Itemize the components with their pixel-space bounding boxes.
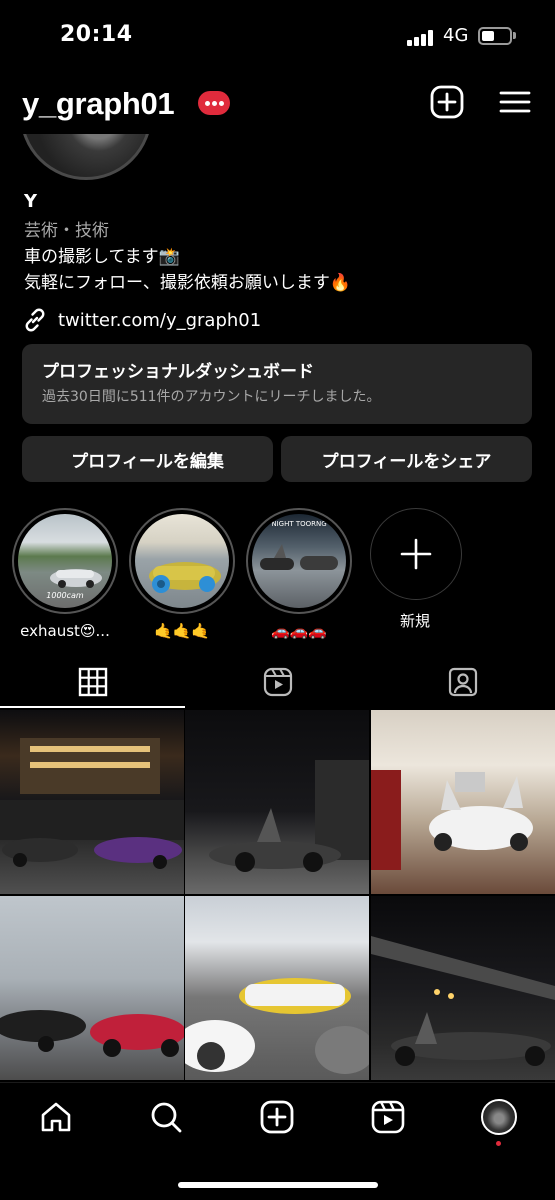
create-icon bbox=[260, 1100, 294, 1134]
nav-reels[interactable] bbox=[358, 1097, 418, 1137]
status-bar: 20:14 4G bbox=[0, 0, 555, 70]
post-thumbnail[interactable] bbox=[0, 896, 184, 1080]
home-indicator bbox=[178, 1182, 378, 1188]
highlight-cover-text: NIGHT TOORNG bbox=[271, 520, 327, 528]
tagged-icon bbox=[448, 667, 477, 697]
display-name: Y bbox=[24, 191, 38, 212]
profile-bio: Y 芸術・技術 車の撮影してます📸 気軽にフォロー、撮影依頼お願いします🔥 bbox=[24, 190, 534, 296]
home-icon bbox=[41, 1102, 71, 1132]
link-url[interactable]: twitter.com/y_graph01 bbox=[58, 310, 261, 331]
active-tab-indicator bbox=[0, 706, 185, 708]
profile-avatar[interactable] bbox=[20, 134, 152, 182]
battery-cap bbox=[513, 32, 516, 39]
tab-reels[interactable] bbox=[185, 656, 370, 708]
profile-link[interactable]: twitter.com/y_graph01 bbox=[22, 306, 261, 334]
reels-icon bbox=[371, 1100, 405, 1134]
nav-create[interactable] bbox=[247, 1097, 307, 1137]
nav-profile[interactable] bbox=[469, 1097, 529, 1137]
tab-tagged[interactable] bbox=[370, 656, 555, 708]
post-thumbnail[interactable] bbox=[371, 896, 555, 1080]
status-time: 20:14 bbox=[60, 22, 133, 47]
nav-home[interactable] bbox=[26, 1097, 86, 1137]
edit-profile-button[interactable]: プロフィールを編集 bbox=[22, 436, 273, 482]
battery-icon bbox=[478, 27, 512, 45]
notification-dot bbox=[496, 1141, 501, 1146]
more-badge-icon[interactable] bbox=[198, 91, 230, 115]
highlight-label: 🤙🤙🤙 bbox=[153, 622, 211, 640]
menu-icon[interactable] bbox=[497, 84, 533, 120]
tab-posts[interactable] bbox=[0, 656, 185, 708]
story-highlight[interactable]: NIGHT TOORNG 🚗🚗🚗 bbox=[244, 508, 354, 640]
create-post-icon[interactable] bbox=[429, 84, 465, 120]
highlight-cover-text: 1000cam bbox=[46, 591, 84, 600]
post-thumbnail[interactable] bbox=[371, 710, 555, 894]
highlight-label: exhaust😍... bbox=[20, 622, 110, 640]
story-highlight[interactable]: 🤙🤙🤙 bbox=[127, 508, 237, 640]
reels-icon bbox=[263, 667, 292, 697]
bio-line: 車の撮影してます📸 bbox=[24, 247, 180, 267]
professional-dashboard[interactable]: プロフェッショナルダッシュボード 過去30日間に511件のアカウントにリーチしま… bbox=[22, 344, 532, 424]
post-thumbnail[interactable] bbox=[185, 710, 369, 894]
profile-header: y_graph01 bbox=[0, 78, 555, 132]
search-icon bbox=[151, 1102, 182, 1133]
dashboard-title: プロフェッショナルダッシュボード bbox=[42, 362, 314, 382]
share-profile-button[interactable]: プロフィールをシェア bbox=[281, 436, 532, 482]
link-icon bbox=[25, 308, 45, 332]
highlight-label: 🚗🚗🚗 bbox=[270, 622, 328, 640]
network-label: 4G bbox=[443, 25, 469, 46]
post-thumbnail[interactable] bbox=[185, 896, 369, 1080]
username-title[interactable]: y_graph01 bbox=[22, 86, 175, 122]
posts-grid bbox=[0, 710, 555, 1082]
profile-avatar-icon bbox=[481, 1099, 517, 1135]
dashboard-subtitle: 過去30日間に511件のアカウントにリーチしました。 bbox=[42, 389, 381, 405]
post-thumbnail[interactable] bbox=[0, 710, 184, 894]
bio-line: 気軽にフォロー、撮影依頼お願いします🔥 bbox=[24, 273, 351, 293]
new-highlight-button[interactable]: 新規 bbox=[360, 508, 470, 631]
story-highlight[interactable]: 1000cam exhaust😍... bbox=[10, 508, 120, 640]
profile-tabs bbox=[0, 656, 555, 708]
signal-icon bbox=[407, 30, 435, 46]
profile-category: 芸術・技術 bbox=[24, 221, 109, 241]
plus-icon bbox=[370, 508, 462, 600]
nav-search[interactable] bbox=[136, 1097, 196, 1137]
grid-icon bbox=[78, 667, 107, 697]
new-highlight-label: 新規 bbox=[399, 612, 430, 630]
